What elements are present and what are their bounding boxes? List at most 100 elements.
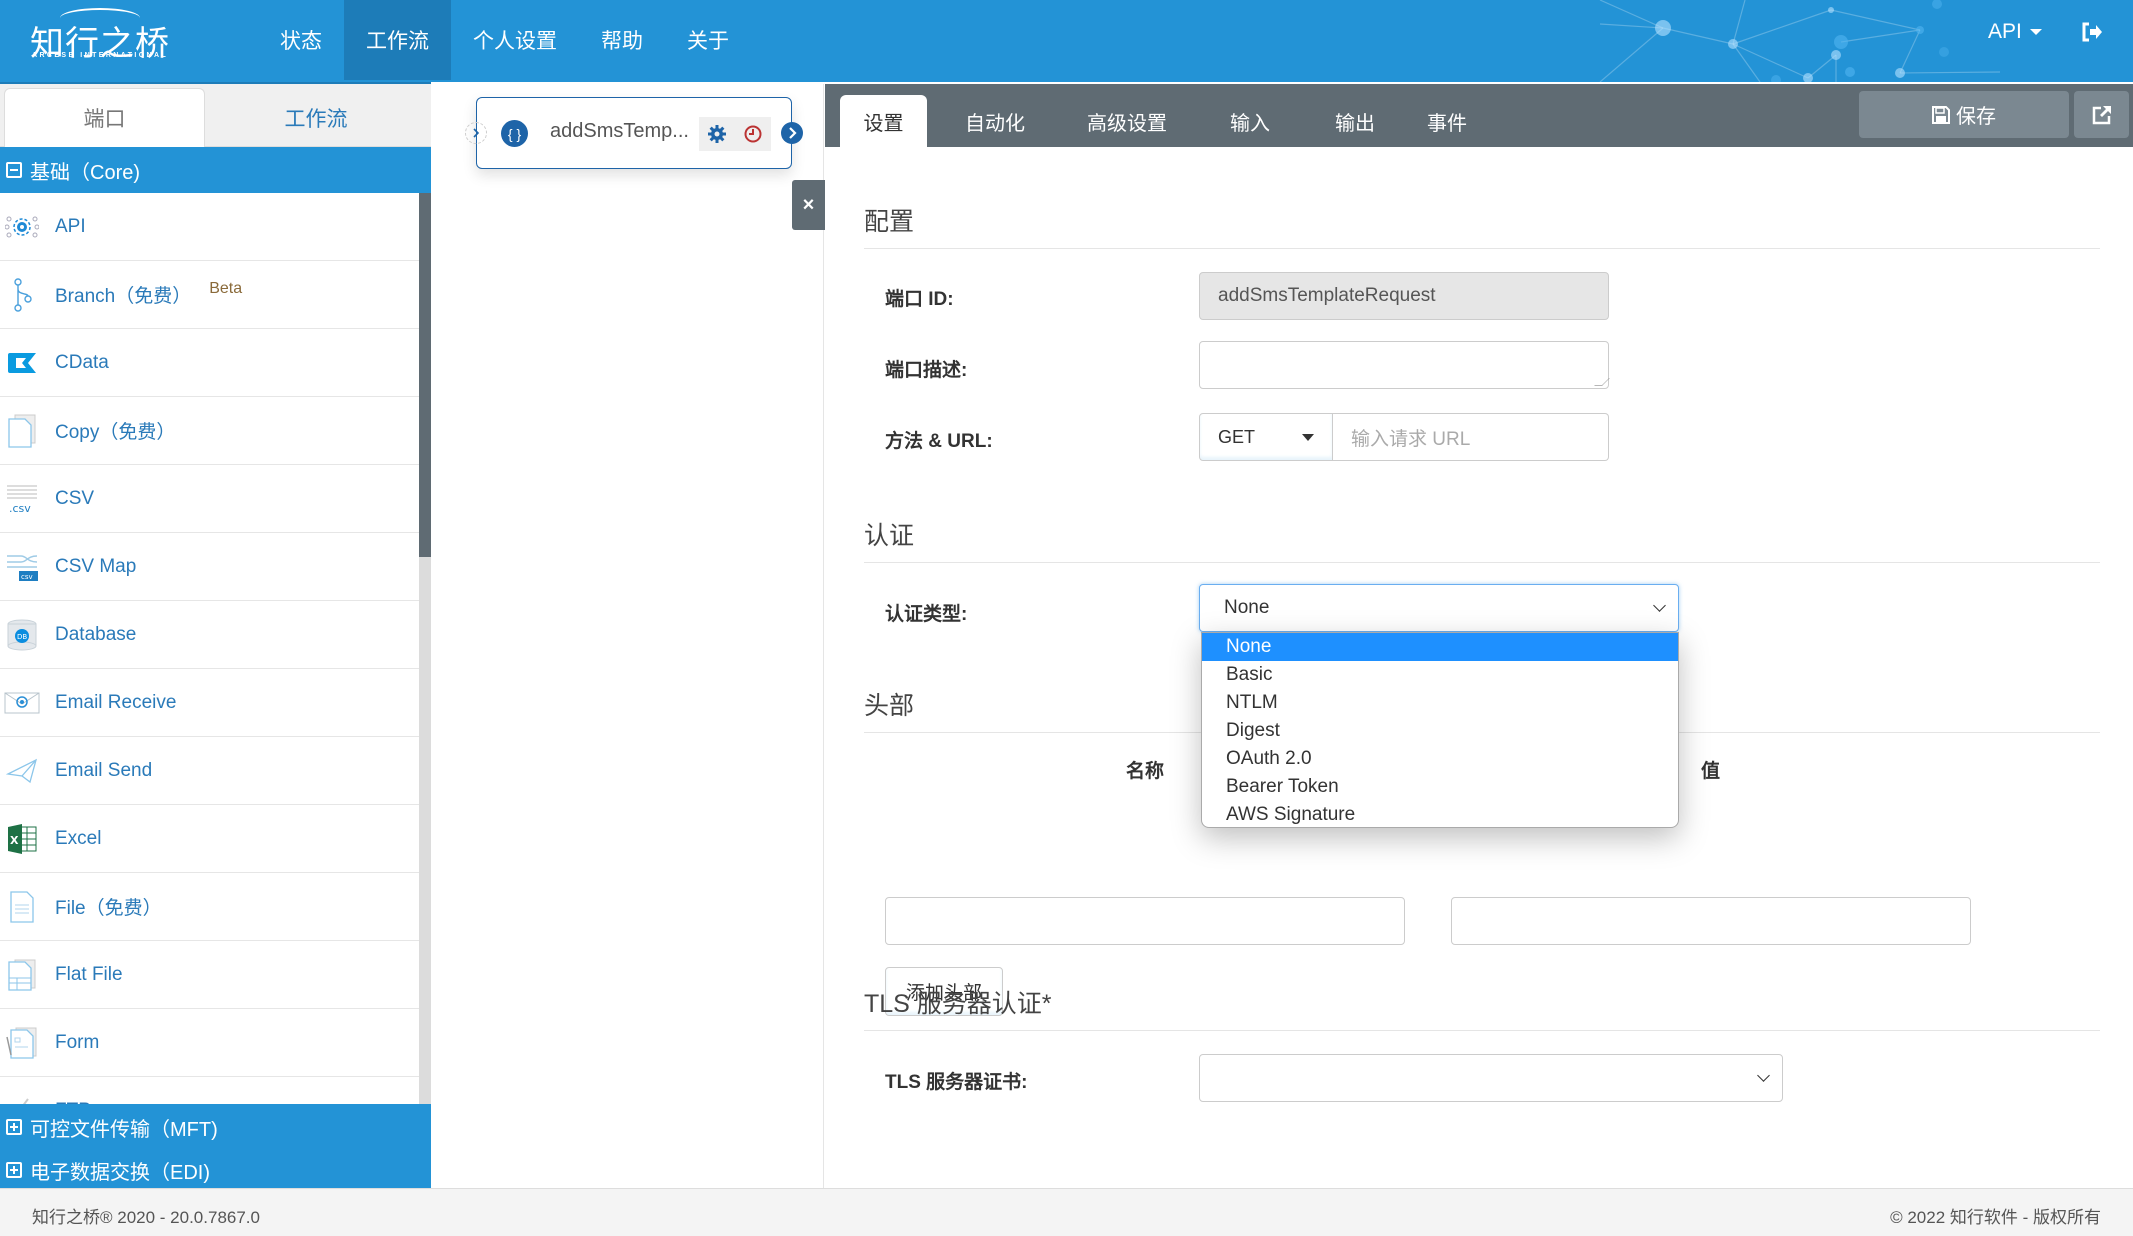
user-menu[interactable]: API [1988, 20, 2042, 44]
output-port[interactable] [781, 122, 803, 144]
port-id-label: 端口 ID: [885, 289, 954, 310]
auth-option-aws-signature[interactable]: AWS Signature [1202, 801, 1678, 827]
open-external-button[interactable] [2074, 91, 2129, 138]
tls-cert-select[interactable] [1199, 1054, 1783, 1102]
tab-advanced[interactable]: 高级设置 [1067, 95, 1187, 147]
excel-icon: X [4, 821, 40, 857]
item-label: Database [55, 623, 137, 645]
tab-events[interactable]: 事件 [1407, 95, 1487, 147]
svg-text:DB: DB [17, 633, 27, 641]
auth-option-oauth2[interactable]: OAuth 2.0 [1202, 745, 1678, 773]
auth-option-basic[interactable]: Basic [1202, 661, 1678, 689]
port-description-label: 端口描述: [885, 360, 968, 381]
caret-down-icon [2029, 29, 2042, 35]
form-icon [4, 1025, 40, 1061]
node-actions [699, 117, 771, 151]
list-item[interactable]: .csv CSV [0, 465, 419, 533]
nav-workflow[interactable]: 工作流 [344, 0, 451, 80]
floppy-disk-icon [1932, 105, 1950, 124]
sign-out-icon[interactable] [2081, 22, 2103, 42]
url-input[interactable]: 输入请求 URL [1333, 413, 1609, 461]
http-method-select[interactable]: GET [1199, 413, 1333, 461]
item-label: API [55, 215, 86, 237]
auth-option-none[interactable]: None [1202, 633, 1678, 661]
list-item[interactable]: Branch（免费） Beta [0, 261, 419, 329]
tab-ports[interactable]: 端口 [4, 88, 205, 147]
scrollbar-thumb[interactable] [419, 193, 431, 557]
flat-file-icon [4, 957, 40, 993]
resize-handle[interactable] [1594, 378, 1610, 386]
external-link-icon [2092, 105, 2111, 124]
logo[interactable]: 知行之桥 ARCESB INTERNATIONAL [30, 8, 180, 66]
list-item[interactable]: Email Receive [0, 669, 419, 737]
nav-help[interactable]: 帮助 [579, 0, 665, 80]
save-button[interactable]: 保存 [1859, 91, 2069, 138]
tab-settings[interactable]: 设置 [840, 95, 927, 147]
auth-type-dropdown: None Basic NTLM Digest OAuth 2.0 Bearer … [1201, 632, 1679, 828]
flow-canvas[interactable]: { } addSmsTemp... [431, 84, 824, 1188]
collapse-icon [6, 162, 22, 178]
list-item[interactable]: Email Send [0, 737, 419, 805]
header-name-input[interactable] [885, 897, 1405, 945]
tab-workflows[interactable]: 工作流 [205, 88, 427, 147]
chevron-right-icon [789, 127, 797, 139]
tab-output[interactable]: 输出 [1315, 95, 1395, 147]
node-settings-button[interactable] [699, 117, 735, 151]
tab-automation[interactable]: 自动化 [945, 95, 1045, 147]
file-icon [4, 889, 40, 925]
input-port[interactable] [465, 122, 487, 144]
list-item[interactable]: Form [0, 1009, 419, 1077]
svg-text:.csv: .csv [9, 502, 31, 514]
clock-icon [744, 125, 762, 143]
auth-option-bearer-token[interactable]: Bearer Token [1202, 773, 1678, 801]
list-item[interactable]: Copy（免费） [0, 397, 419, 465]
gear-icon [708, 125, 726, 143]
list-item[interactable]: API [0, 193, 419, 261]
section-auth-title: 认证 [864, 516, 2100, 563]
sidebar-scrollbar[interactable] [419, 193, 431, 1104]
api-gear-icon [4, 209, 40, 245]
expand-icon [6, 1119, 22, 1135]
group-edi-label: 电子数据交换（EDI) [30, 1161, 210, 1184]
close-panel-button[interactable]: × [792, 180, 825, 230]
tab-input[interactable]: 输入 [1210, 95, 1290, 147]
flow-node[interactable]: { } addSmsTemp... [465, 97, 803, 169]
auth-type-select[interactable]: None [1199, 584, 1679, 632]
list-item[interactable]: File（免费） [0, 873, 419, 941]
method-url-label: 方法 & URL: [885, 431, 993, 452]
cdata-icon [4, 345, 40, 381]
item-label: CSV Map [55, 555, 137, 577]
item-label: File（免费） [55, 898, 162, 919]
group-core[interactable]: 基础（Core) [0, 147, 431, 193]
nav-personal-settings[interactable]: 个人设置 [451, 0, 579, 80]
port-id-field[interactable]: addSmsTemplateRequest [1199, 272, 1609, 320]
nav-about[interactable]: 关于 [665, 0, 751, 80]
item-label: Email Receive [55, 691, 177, 713]
panel-tabs: 设置 自动化 高级设置 输入 输出 事件 保存 [825, 84, 2133, 147]
list-item[interactable]: DB Database [0, 601, 419, 669]
group-mft[interactable]: 可控文件传输（MFT) [0, 1104, 431, 1150]
branch-icon [4, 277, 40, 313]
csv-icon: .csv [4, 481, 40, 517]
logo-subtext: ARCESB INTERNATIONAL [32, 52, 169, 59]
list-item[interactable]: X Excel [0, 805, 419, 873]
list-item[interactable]: csv CSV Map [0, 533, 419, 601]
email-receive-icon [4, 685, 40, 721]
group-mft-label: 可控文件传输（MFT) [30, 1118, 218, 1141]
list-item[interactable]: CData [0, 329, 419, 397]
auth-option-ntlm[interactable]: NTLM [1202, 689, 1678, 717]
expand-icon [6, 1162, 22, 1178]
item-label: Email Send [55, 759, 153, 781]
nav-status[interactable]: 状态 [258, 0, 344, 80]
database-icon: DB [4, 617, 40, 653]
list-item[interactable]: FTP [0, 1077, 419, 1104]
list-item[interactable]: Flat File [0, 941, 419, 1009]
group-edi[interactable]: 电子数据交换（EDI) [0, 1150, 431, 1190]
node-schedule-button[interactable] [735, 117, 771, 151]
port-description-field[interactable] [1199, 341, 1610, 389]
header-value-input[interactable] [1451, 897, 1971, 945]
item-label: Branch（免费） [55, 286, 192, 307]
copy-file-icon [4, 413, 40, 449]
auth-option-digest[interactable]: Digest [1202, 717, 1678, 745]
header-value-column: 值 [1701, 761, 1721, 782]
